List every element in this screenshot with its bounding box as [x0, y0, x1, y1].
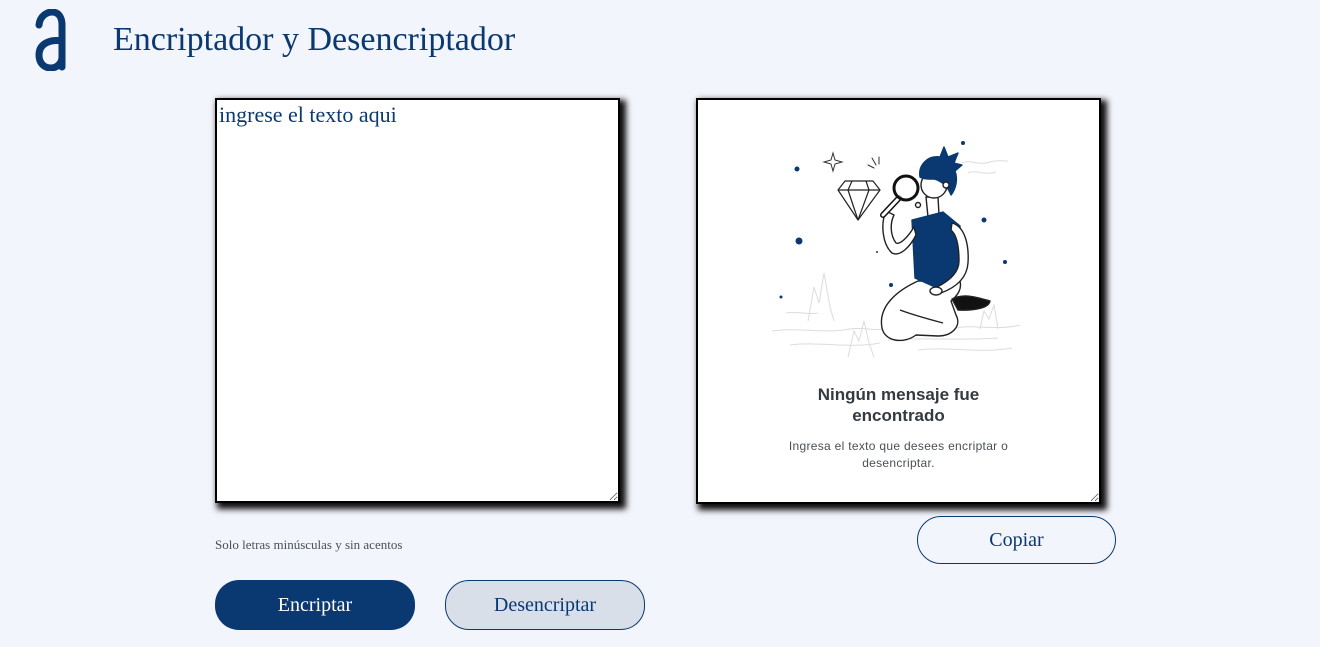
- logo-icon: [35, 9, 66, 71]
- decrypt-button[interactable]: Desencriptar: [445, 580, 645, 630]
- decorative-dot: [794, 166, 800, 172]
- page-title: Encriptador y Desencriptador: [113, 21, 516, 58]
- magnifier-handle-inner: [881, 196, 901, 217]
- copy-button[interactable]: Copiar: [917, 516, 1116, 564]
- decorative-dot: [779, 295, 783, 299]
- person-with-magnifier-illustration: [771, 141, 1021, 358]
- person-raised-arm: [882, 210, 917, 255]
- ground-line: [785, 311, 819, 315]
- ground-line: [789, 342, 881, 346]
- diamond-icon: [837, 180, 881, 221]
- decorative-dots: [779, 141, 1007, 299]
- magnifier-icon: [892, 174, 920, 202]
- shine-mark: [867, 164, 875, 169]
- diamond-outline: [837, 180, 881, 221]
- encrypt-button[interactable]: Encriptar: [215, 580, 415, 630]
- decorative-dot: [795, 237, 803, 245]
- input-hint: Solo letras minúsculas y sin acentos: [215, 537, 403, 552]
- app-root: Encriptador y Desencriptador Solo letras…: [0, 0, 1320, 647]
- person-ear: [942, 181, 950, 189]
- shine-mark: [871, 157, 877, 166]
- ground-line: [917, 347, 1013, 351]
- decorative-dot: [981, 217, 987, 223]
- rock: [847, 320, 875, 358]
- person-shoe: [951, 295, 991, 311]
- person-hand: [929, 286, 943, 296]
- ground-line: [955, 324, 1021, 329]
- wave-line: [967, 171, 997, 174]
- decorative-dot: [961, 141, 965, 145]
- text-input[interactable]: [215, 98, 620, 503]
- rock: [979, 303, 999, 330]
- sparkle-icon: [822, 151, 844, 173]
- decorative-dot: [889, 283, 893, 287]
- decorative-dot: [1003, 260, 1007, 264]
- decorative-dot: [876, 251, 878, 253]
- ground-line: [771, 327, 887, 332]
- output-panel[interactable]: Ningún mensaje fue encontrado Ingresa el…: [696, 98, 1101, 504]
- person-figure: [880, 146, 991, 342]
- person-mouth: [914, 201, 922, 209]
- wave-line: [961, 160, 1009, 164]
- shine-marks: [867, 156, 880, 169]
- empty-state-title: Ningún mensaje fue encontrado: [817, 385, 980, 425]
- empty-state-message: Ingresa el texto que desees encriptar o …: [788, 439, 1009, 470]
